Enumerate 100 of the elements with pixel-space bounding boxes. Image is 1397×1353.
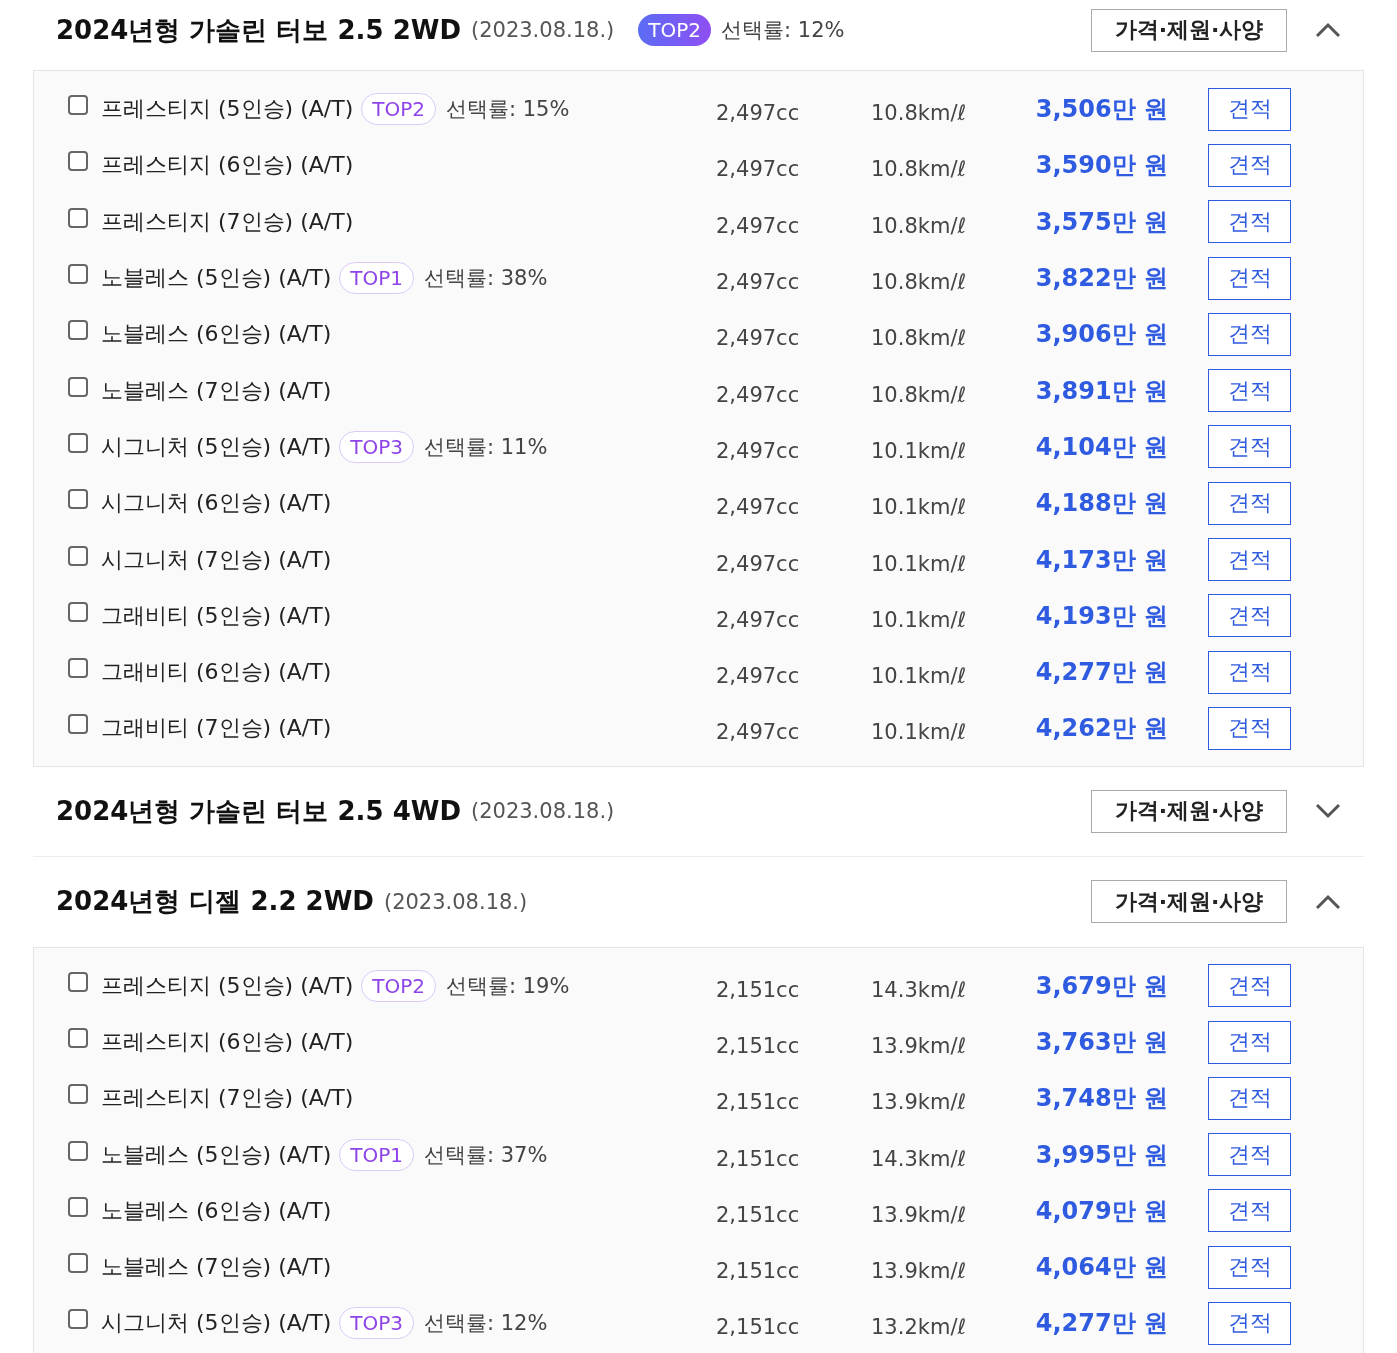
checkbox[interactable] [68,95,88,116]
trim-name: 노블레스 (6인승) (A/T) [101,1196,332,1225]
fuel-efficiency: 14.3km/ℓ [871,1146,968,1171]
price: 4,193만 원 [1034,600,1168,632]
trim-name: 그래비티 (5인승) (A/T) [101,601,332,630]
quote-button[interactable]: 견적 [1208,650,1291,694]
quote-button[interactable]: 견적 [1208,1076,1291,1120]
checkbox[interactable] [68,1253,88,1274]
fuel-efficiency: 10.1km/ℓ [871,607,968,632]
trim-name: 노블레스 (7인승) (A/T) [101,1253,332,1282]
price: 4,079만 원 [1034,1195,1168,1227]
fuel-efficiency: 10.8km/ℓ [871,270,968,295]
quote-button[interactable]: 견적 [1208,1245,1291,1289]
fuel-efficiency: 14.3km/ℓ [871,977,968,1002]
price: 3,995만 원 [1034,1139,1168,1171]
trim-name: 프레스티지 (6인승) (A/T) [101,151,354,180]
quote-button[interactable]: 견적 [1208,200,1291,244]
quote-button[interactable]: 견적 [1208,538,1291,581]
quote-button[interactable]: 견적 [1208,1020,1291,1064]
checkbox[interactable] [68,151,88,172]
trim-name: 노블레스 (5인승) (A/T) [101,1140,332,1169]
selection-rate: 선택률: 38% [423,265,548,293]
quote-button[interactable]: 견적 [1208,481,1291,525]
checkbox[interactable] [68,1028,88,1048]
price: 4,277만 원 [1034,657,1168,689]
checkbox[interactable] [68,432,88,453]
quote-button[interactable]: 견적 [1208,312,1291,356]
checkbox[interactable] [68,1196,88,1217]
specs-button[interactable]: 가격·제원·사양 [1091,880,1287,924]
displacement: 2,497cc [716,664,801,689]
displacement: 2,151cc [716,1202,801,1227]
trim-name: 프레스티지 (5인승) (A/T) [101,971,354,1000]
fuel-efficiency: 10.8km/ℓ [871,101,968,126]
fuel-efficiency: 10.1km/ℓ [871,720,968,745]
checkbox[interactable] [68,1140,88,1161]
displacement: 2,497cc [716,551,801,576]
displacement: 2,497cc [716,438,801,463]
displacement: 2,497cc [716,326,801,351]
checkbox[interactable] [68,264,88,285]
checkbox[interactable] [68,545,88,566]
displacement: 2,497cc [716,157,801,182]
checkbox[interactable] [68,320,88,341]
trim-group-title: 2024년형 가솔린 터보 2.5 2WD [56,13,461,47]
displacement: 2,497cc [716,101,801,126]
checkbox[interactable] [68,376,88,397]
quote-button[interactable]: 견적 [1208,1189,1291,1233]
quote-button[interactable]: 견적 [1208,369,1291,413]
trim-name: 그래비티 (7인승) (A/T) [101,714,332,743]
specs-button[interactable]: 가격·제원·사양 [1091,789,1287,833]
price: 3,748만 원 [1034,1083,1168,1115]
quote-button[interactable]: 견적 [1208,87,1291,131]
displacement: 2,151cc [716,1146,801,1171]
rank-badge: TOP3 [339,1307,414,1340]
expand-icon[interactable] [1315,803,1341,820]
trim-name: 노블레스 (6인승) (A/T) [101,320,332,349]
selection-rate: 선택률: 12% [423,1310,548,1338]
trim-name: 프레스티지 (7인승) (A/T) [101,207,354,236]
checkbox[interactable] [68,1309,88,1330]
rank-badge: TOP1 [339,262,414,295]
quote-button[interactable]: 견적 [1208,964,1291,1008]
trim-name: 시그니처 (5인승) (A/T) [101,432,332,461]
price: 4,277만 원 [1034,1308,1168,1340]
checkbox[interactable] [68,489,88,510]
collapse-icon[interactable] [1315,893,1341,910]
fuel-efficiency: 10.8km/ℓ [871,382,968,407]
displacement: 2,151cc [716,1034,801,1058]
trim-name: 프레스티지 (6인승) (A/T) [101,1028,354,1056]
quote-button[interactable]: 견적 [1208,143,1291,187]
rank-badge: TOP2 [361,93,436,126]
checkbox[interactable] [68,658,88,679]
checkbox[interactable] [68,714,88,735]
collapse-icon[interactable] [1315,22,1341,38]
specs-button[interactable]: 가격·제원·사양 [1091,8,1287,52]
fuel-efficiency: 10.8km/ℓ [871,157,968,182]
trim-group-title: 2024년형 가솔린 터보 2.5 4WD [56,794,461,828]
price: 3,763만 원 [1034,1027,1168,1058]
trim-name: 노블레스 (5인승) (A/T) [101,264,332,293]
displacement: 2,497cc [716,213,801,238]
quote-button[interactable]: 견적 [1208,1302,1291,1345]
quote-button[interactable]: 견적 [1208,256,1291,300]
rank-badge: TOP2 [361,969,436,1002]
quote-button[interactable]: 견적 [1208,594,1291,638]
quote-button[interactable]: 견적 [1208,706,1291,750]
checkbox[interactable] [68,1084,88,1105]
displacement: 2,151cc [716,1259,801,1284]
fuel-efficiency: 10.1km/ℓ [871,438,968,463]
checkbox[interactable] [68,971,88,992]
checkbox[interactable] [68,207,88,228]
fuel-efficiency: 10.1km/ℓ [871,551,968,576]
selection-rate: 선택률: 15% [445,96,570,124]
trim-name: 프레스티지 (5인승) (A/T) [101,95,354,124]
quote-button[interactable]: 견적 [1208,425,1291,469]
checkbox[interactable] [68,601,88,622]
release-date: (2023.08.18.) [471,799,615,824]
rank-badge: TOP2 [638,14,712,46]
displacement: 2,497cc [716,382,801,407]
quote-button[interactable]: 견적 [1208,1133,1291,1177]
displacement: 2,151cc [716,977,801,1002]
displacement: 2,497cc [716,720,801,745]
rank-badge: TOP1 [339,1138,414,1171]
